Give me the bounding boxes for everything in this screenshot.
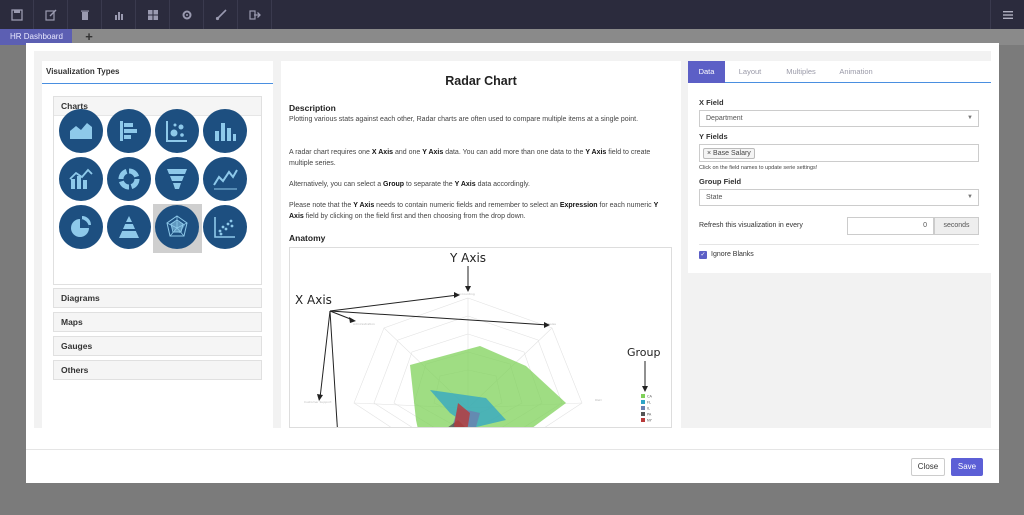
chevron-down-icon: ▼ (967, 115, 973, 121)
anatomy-heading: Anatomy (289, 233, 326, 243)
tab-animation[interactable]: Animation (828, 61, 884, 83)
legend-swatch-fl (641, 400, 645, 404)
y-axis-annotation: Y Axis (449, 251, 486, 265)
edit-icon[interactable] (34, 0, 68, 29)
pie-chart-icon[interactable] (59, 205, 103, 249)
funnel-chart-icon[interactable] (155, 157, 199, 201)
menu-icon[interactable] (990, 0, 1024, 29)
group-field-select[interactable]: State ▼ (699, 189, 979, 206)
anatomy-illustration: Accounting Sales Administration R&D Cust… (289, 247, 672, 428)
legend-swatch-ny (641, 418, 645, 422)
chart-title: Radar Chart (445, 74, 517, 88)
group-annotation: Group (627, 346, 661, 359)
x-field-value: Department (706, 115, 743, 122)
panel-title: Visualization Types (46, 67, 120, 76)
group-arrowhead (642, 386, 648, 392)
category-diagrams[interactable]: Diagrams (53, 288, 262, 308)
radar-chart-icon[interactable] (155, 205, 199, 249)
axis-label-r-and-d: R&D (595, 398, 602, 402)
tab-multiples[interactable]: Multiples (776, 61, 826, 83)
axis-label-administration: Administration (353, 322, 375, 326)
visualization-modal: Visualization Types Charts Diagrams Maps… (26, 43, 999, 483)
modal-footer: Close Save (26, 449, 999, 483)
description-paragraph-2: A radar chart requires one X Axis and on… (289, 149, 651, 167)
refresh-interval-input[interactable]: 0 (847, 217, 934, 235)
ignore-blanks-checkbox[interactable]: ✓ (699, 251, 707, 259)
chevron-down-icon: ▼ (967, 194, 973, 200)
axis-label-customer-support: Customer Support (304, 400, 332, 404)
combo-chart-icon[interactable] (59, 157, 103, 201)
x-axis-annotation: X Axis (295, 293, 332, 307)
y-field-chip[interactable]: × Base Salary (703, 148, 755, 159)
settings-tabs: Data Layout Multiples Animation (688, 61, 991, 83)
donut-chart-icon[interactable] (107, 157, 151, 201)
gear-icon[interactable] (170, 0, 204, 29)
legend-label-il: IL (647, 407, 650, 411)
category-others[interactable]: Others (53, 360, 262, 380)
legend-label-fl: FL (647, 401, 651, 405)
save-button[interactable]: Save (951, 458, 983, 476)
trash-icon[interactable] (68, 0, 102, 29)
group-field-value: State (706, 194, 723, 201)
x-field-select[interactable]: Department ▼ (699, 110, 979, 127)
scatter-chart-icon[interactable] (203, 205, 247, 249)
y-fields-label: Y Fields (699, 132, 728, 141)
modal-body: Visualization Types Charts Diagrams Maps… (34, 51, 991, 428)
charts-category: Charts (53, 96, 262, 285)
tab-layout[interactable]: Layout (728, 61, 772, 83)
anatomy-radar-svg: Accounting Sales Administration R&D Cust… (295, 251, 661, 427)
legend-label-ca: CA (647, 395, 652, 399)
y-fields-hint: Click on the field names to update serie… (699, 165, 818, 171)
tab-data[interactable]: Data (688, 61, 725, 83)
close-button[interactable]: Close (911, 458, 945, 476)
bubble-chart-icon[interactable] (155, 109, 199, 153)
description-paragraph-4: Please note that the Y Axis needs to con… (289, 202, 659, 220)
chart-description-panel: Radar Chart Description Plotting various… (281, 61, 681, 428)
description-heading: Description (289, 103, 336, 113)
description-paragraph-1: Plotting various stats against each othe… (289, 116, 639, 123)
y-field-chip-label: Base Salary (713, 150, 751, 157)
bar-chart-icon[interactable] (102, 0, 136, 29)
pyramid-chart-icon[interactable] (107, 205, 151, 249)
refresh-label: Refresh this visualization in every (699, 222, 803, 229)
category-gauges[interactable]: Gauges (53, 336, 262, 356)
logout-icon[interactable] (238, 0, 272, 29)
brush-icon[interactable] (204, 0, 238, 29)
category-maps[interactable]: Maps (53, 312, 262, 332)
horizontal-bar-chart-icon[interactable] (107, 109, 151, 153)
legend-label-ny: NY (647, 419, 653, 423)
divider (699, 244, 979, 245)
legend-swatch-ca (641, 394, 645, 398)
legend-swatch-pa (641, 412, 645, 416)
ignore-blanks-label: Ignore Blanks (711, 251, 754, 258)
refresh-unit: seconds (934, 217, 979, 235)
description-paragraph-3: Alternatively, you can select a Group to… (289, 181, 530, 188)
add-tab-button[interactable]: + (82, 30, 96, 44)
group-legend: CA FL IL PA NY (641, 394, 653, 423)
column-chart-icon[interactable] (203, 109, 247, 153)
line-chart-icon[interactable] (203, 157, 247, 201)
visualization-types-panel: Visualization Types Charts Diagrams Maps… (42, 61, 273, 428)
legend-label-pa: PA (647, 413, 652, 417)
group-field-label: Group Field (699, 177, 742, 186)
settings-panel: Data Layout Multiples Animation X Field … (688, 61, 991, 273)
x-field-label: X Field (699, 98, 724, 107)
save-icon[interactable] (0, 0, 34, 29)
axis-label-sales: Sales (548, 322, 556, 326)
y-fields-input[interactable]: × Base Salary (699, 144, 979, 162)
legend-swatch-il (641, 406, 645, 410)
title-underline (42, 83, 273, 84)
axis-label-accounting: Accounting (458, 292, 475, 296)
top-toolbar (0, 0, 1024, 29)
area-chart-icon[interactable] (59, 109, 103, 153)
dashboard-icon[interactable] (136, 0, 170, 29)
